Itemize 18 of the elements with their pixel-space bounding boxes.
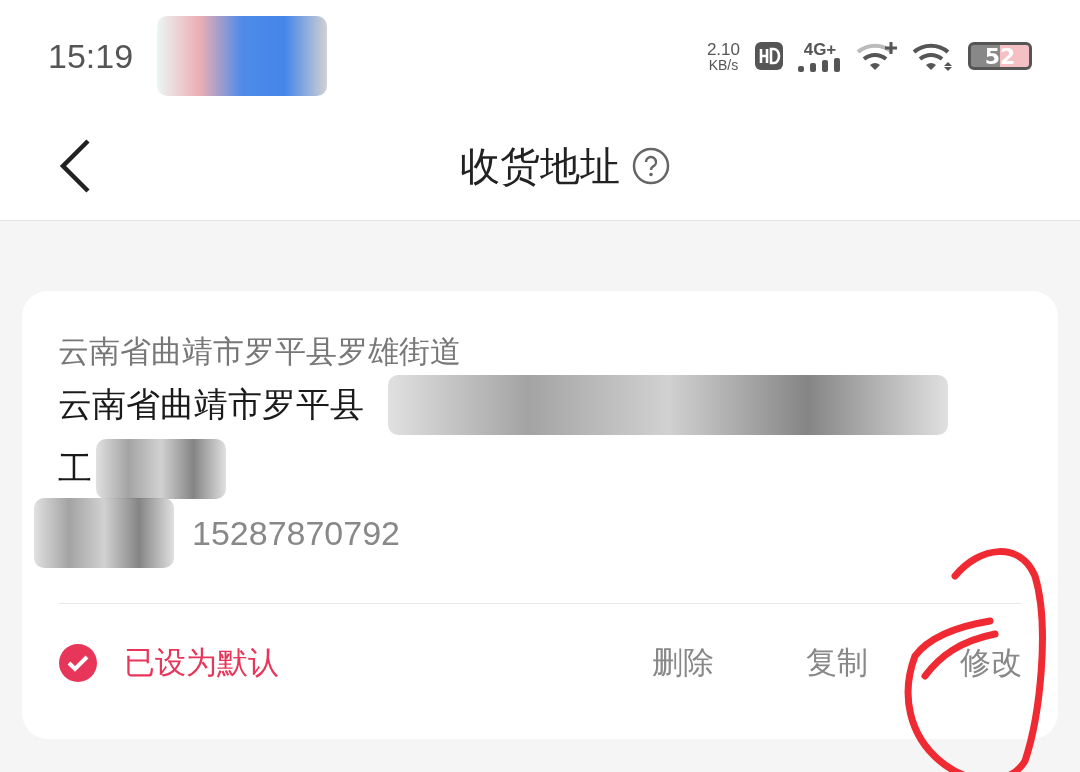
phone-number: 15287870792: [192, 513, 400, 553]
battery-indicator: 52: [968, 42, 1032, 70]
action-button[interactable]: 删除: [652, 642, 714, 684]
address-detail: 云南省曲靖市罗平县: [58, 383, 364, 426]
page-title: 收货地址: [460, 141, 620, 191]
default-toggle[interactable]: 已设为默认: [58, 642, 279, 684]
address-region: 云南省曲靖市罗平县罗雄街道: [58, 332, 462, 371]
network-type: 4G+: [803, 40, 837, 58]
hd-icon: [754, 41, 784, 71]
help-icon[interactable]: [632, 147, 670, 185]
check-icon[interactable]: [58, 643, 98, 683]
wifi-icon: [856, 40, 898, 72]
address-detail: 工: [58, 447, 92, 490]
signal-icon: [798, 57, 842, 72]
action-button[interactable]: 复制: [806, 642, 868, 684]
status-time: 15:19: [48, 36, 134, 76]
network-speed: 2.10 KB/s: [706, 40, 740, 72]
action-button[interactable]: 修改: [960, 642, 1022, 684]
